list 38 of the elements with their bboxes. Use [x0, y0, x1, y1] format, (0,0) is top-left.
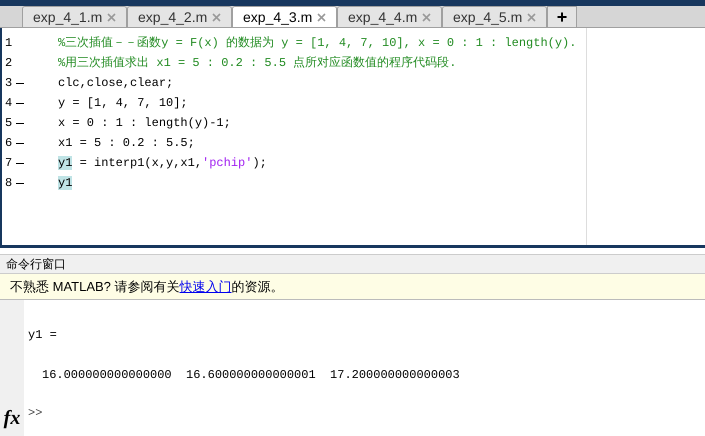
output-text: 16.000000000000000 16.600000000000001 17.200000000000003 — [42, 367, 461, 384]
line-number: 6 — [4, 135, 14, 152]
panel-header: 命令行窗口 — [0, 254, 705, 274]
line-number: 1 — [4, 35, 14, 52]
line-number: 3 — [4, 75, 14, 92]
code-line: clc,close,clear; — [58, 75, 174, 92]
notice-bar: 不熟悉 MATLAB? 请参阅有关快速入门的资源。 — [0, 274, 705, 300]
line-number: 4 — [4, 95, 14, 112]
close-icon[interactable] — [527, 12, 536, 22]
code-line: %三次插值－－函数y = F(x) 的数据为 y = [1, 4, 7, 10], x = 0 : 1 : length(y). — [58, 35, 576, 52]
close-icon[interactable] — [212, 12, 221, 22]
tab-label: exp_4_5.m — [453, 8, 522, 27]
tab-label: exp_4_2.m — [138, 8, 208, 27]
code-line: x1 = 5 : 0.2 : 5.5; — [58, 135, 195, 152]
tab-label: exp_4_1.m — [33, 8, 102, 27]
file-tab[interactable]: exp_4_3.m — [232, 6, 337, 27]
code-line: %用三次插值求出 x1 = 5 : 0.2 : 5.5 点所对应函数值的程序代码段. — [58, 55, 456, 72]
line-number: 8 — [4, 175, 14, 192]
quick-start-link[interactable]: 快速入门 — [180, 276, 232, 296]
close-icon[interactable] — [317, 12, 326, 22]
file-tab[interactable]: exp_4_1.m — [22, 6, 127, 27]
file-tab[interactable]: exp_4_4.m — [337, 6, 442, 27]
code-line: x = 0 : 1 : length(y)-1; — [58, 115, 231, 132]
command-prompt[interactable]: >> — [28, 404, 705, 422]
line-number: 5 — [4, 115, 14, 132]
line-number: 2 — [4, 55, 14, 72]
file-tab[interactable]: exp_4_2.m — [127, 6, 232, 27]
code-line: y1 = interp1(x,y,x1,'pchip'); — [58, 155, 267, 172]
line-number: 7 — [4, 155, 14, 172]
close-icon[interactable] — [422, 12, 431, 22]
code-line: y = [1, 4, 7, 10]; — [58, 95, 188, 112]
close-icon[interactable] — [107, 12, 116, 22]
output-text: y1 = — [28, 327, 58, 344]
new-tab-button[interactable]: + — [547, 6, 577, 27]
function-icon[interactable]: fx — [4, 408, 20, 428]
tab-label: exp_4_4.m — [348, 8, 418, 27]
file-tab[interactable]: exp_4_5.m — [442, 6, 547, 27]
tab-label: exp_4_3.m — [243, 8, 312, 27]
